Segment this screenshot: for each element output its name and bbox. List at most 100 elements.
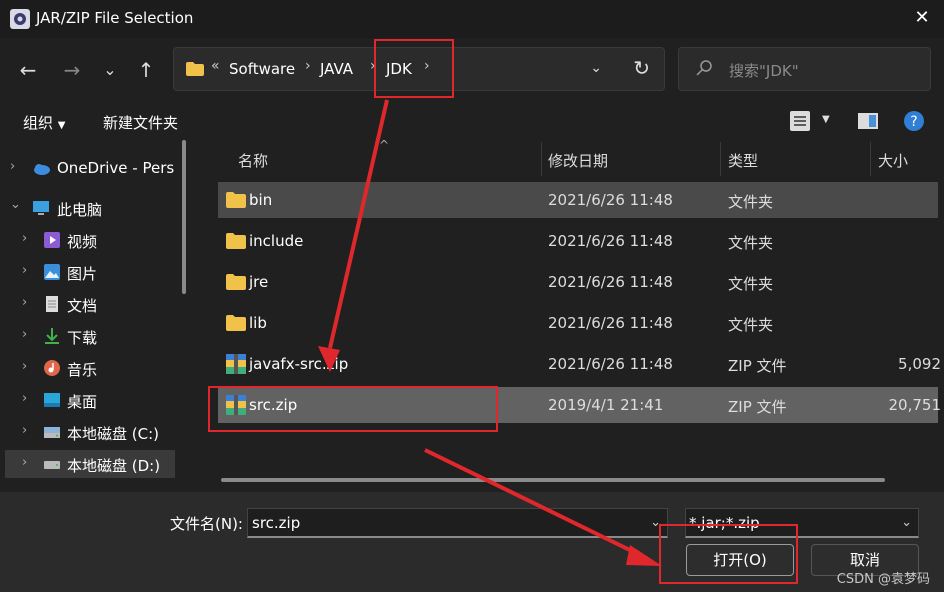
file-row[interactable]: bin 2021/6/26 11:48 文件夹 [218, 182, 938, 218]
sidebar-item-label: 桌面 [67, 393, 98, 411]
column-divider[interactable] [870, 142, 871, 176]
organize-button[interactable]: 组织 ▼ [23, 112, 66, 133]
address-bar[interactable]: « Software › JAVA › JDK › ⌄ ↻ [173, 47, 665, 91]
sidebar-item-downloads[interactable]: › 下载 [0, 322, 180, 350]
file-size: 5,092 [898, 355, 941, 373]
column-header-name[interactable]: 名称 [238, 150, 268, 184]
sidebar-item-label: 视频 [67, 233, 98, 251]
close-icon[interactable]: ✕ [912, 8, 932, 28]
file-name: bin [249, 191, 273, 209]
column-header-date[interactable]: 修改日期 [548, 150, 608, 184]
sidebar-item-this-pc[interactable]: ⌄ 此电脑 [0, 194, 180, 222]
breadcrumb-separator: › [424, 58, 430, 74]
dialog-footer: 文件名(N): src.zip ⌄ *.jar;*.zip ⌄ 打开(O) 取消… [0, 492, 944, 592]
breadcrumb-software[interactable]: Software [229, 60, 295, 78]
folder-icon [226, 233, 246, 249]
file-name: jre [249, 273, 269, 291]
chevron-right-icon[interactable]: › [10, 159, 15, 174]
file-type: 文件夹 [728, 316, 774, 334]
chevron-right-icon[interactable]: › [22, 359, 27, 374]
search-box[interactable]: 搜索"JDK" [678, 47, 931, 91]
file-date: 2021/6/26 11:48 [548, 355, 673, 373]
cloud-icon [34, 164, 50, 175]
filename-input[interactable]: src.zip ⌄ [247, 508, 668, 538]
music-icon [44, 360, 60, 376]
filetype-select[interactable]: *.jar;*.zip ⌄ [685, 508, 919, 538]
file-date: 2021/6/26 11:48 [548, 273, 673, 291]
file-type: 文件夹 [728, 275, 774, 293]
file-list: 名称 ^ 修改日期 类型 大小 bin 2021/6/26 11:48 文件夹 … [203, 138, 944, 488]
back-button[interactable]: ← [16, 58, 40, 82]
file-row-selected[interactable]: src.zip 2019/4/1 21:41 ZIP 文件 20,751 [218, 387, 941, 423]
file-date: 2021/6/26 11:48 [548, 314, 673, 332]
watermark: CSDN @袁梦码 [836, 572, 930, 587]
forward-button[interactable]: → [60, 58, 84, 82]
chevron-down-icon[interactable]: ⌄ [901, 515, 912, 530]
sidebar-item-label: 此电脑 [57, 201, 103, 219]
recent-locations-button[interactable]: ⌄ [98, 58, 122, 82]
column-header-type[interactable]: 类型 [728, 150, 758, 184]
breadcrumb-jdk[interactable]: JDK [386, 60, 412, 78]
horizontal-scrollbar[interactable] [221, 478, 885, 482]
filename-label: 文件名(N): [170, 515, 243, 533]
file-name: include [249, 232, 304, 250]
open-button[interactable]: 打开(O) [686, 544, 794, 576]
chevron-right-icon[interactable]: › [22, 231, 27, 246]
sidebar-item-label: 文档 [67, 297, 98, 315]
download-icon [45, 328, 59, 344]
new-folder-button[interactable]: 新建文件夹 [103, 112, 178, 133]
chevron-right-icon[interactable]: › [22, 391, 27, 406]
chevron-down-icon[interactable]: ⌄ [650, 515, 661, 530]
breadcrumb-separator: › [370, 58, 376, 74]
chevron-right-icon[interactable]: › [22, 295, 27, 310]
column-divider[interactable] [720, 142, 721, 176]
sidebar-item-onedrive[interactable]: › OneDrive - Personal [0, 154, 180, 182]
file-date: 2021/6/26 11:48 [548, 232, 673, 250]
sidebar-item-videos[interactable]: › 视频 [0, 226, 180, 254]
column-divider[interactable] [541, 142, 542, 176]
file-row[interactable]: lib 2021/6/26 11:48 文件夹 [218, 305, 938, 341]
chevron-down-icon: ▼ [57, 120, 66, 131]
file-row[interactable]: include 2021/6/26 11:48 文件夹 [218, 223, 938, 259]
sidebar-item-label: 下载 [67, 329, 98, 347]
file-name: src.zip [249, 396, 298, 414]
sort-up-icon: ^ [379, 138, 390, 152]
file-size: 20,751 [888, 396, 942, 414]
breadcrumb-overflow[interactable]: « [211, 58, 220, 74]
folder-icon [226, 192, 246, 208]
file-row[interactable]: javafx-src.zip 2021/6/26 11:48 ZIP 文件 5,… [218, 346, 941, 382]
file-type: 文件夹 [728, 193, 774, 211]
sidebar-item-documents[interactable]: › 文档 [0, 290, 180, 318]
sidebar-item-desktop[interactable]: › 桌面 [0, 386, 180, 414]
chevron-right-icon[interactable]: › [22, 423, 27, 438]
preview-pane-icon[interactable] [858, 113, 878, 129]
sidebar-item-music[interactable]: › 音乐 [0, 354, 180, 382]
file-type: 文件夹 [728, 234, 774, 252]
address-dropdown-icon[interactable]: ⌄ [590, 60, 602, 76]
file-date: 2019/4/1 21:41 [548, 396, 664, 414]
filetype-value: *.jar;*.zip [689, 514, 760, 532]
refresh-icon[interactable]: ↻ [633, 56, 650, 80]
help-icon[interactable]: ? [903, 110, 925, 132]
chevron-right-icon[interactable]: › [22, 327, 27, 342]
svg-text:?: ? [910, 114, 917, 130]
sidebar-item-pictures[interactable]: › 图片 [0, 258, 180, 286]
sidebar-item-drive-c[interactable]: › 本地磁盘 (C:) [0, 418, 180, 446]
chevron-down-icon[interactable]: ⌄ [10, 197, 21, 212]
view-dropdown-icon[interactable]: ▼ [822, 114, 830, 125]
view-options-icon[interactable] [790, 110, 812, 132]
chevron-right-icon[interactable]: › [22, 263, 27, 278]
column-header-size[interactable]: 大小 [878, 150, 908, 184]
file-row[interactable]: jre 2021/6/26 11:48 文件夹 [218, 264, 938, 300]
sidebar-scrollbar[interactable] [182, 140, 186, 294]
organize-label: 组织 [23, 114, 54, 132]
breadcrumb-java[interactable]: JAVA [320, 60, 353, 78]
chevron-right-icon[interactable]: › [22, 455, 27, 470]
file-dialog-window: JAR/ZIP File Selection ✕ ← → ⌄ ↑ « Softw… [0, 0, 944, 592]
document-icon [46, 296, 58, 312]
sidebar-item-drive-d[interactable]: › 本地磁盘 (D:) [5, 450, 175, 478]
up-button[interactable]: ↑ [134, 58, 158, 82]
sidebar-item-label: 图片 [67, 265, 98, 283]
file-date: 2021/6/26 11:48 [548, 191, 673, 209]
file-name: lib [249, 314, 267, 332]
